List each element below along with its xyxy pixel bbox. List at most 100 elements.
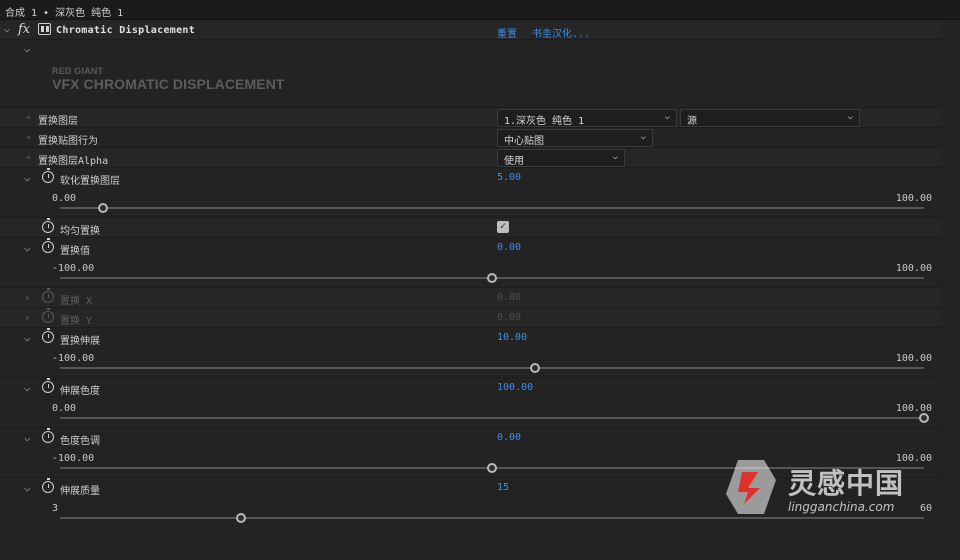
param-alpha: 置换图层Alpha 使用 ⌵ <box>0 147 942 167</box>
stopwatch-icon[interactable] <box>42 238 54 253</box>
slider-track[interactable] <box>60 273 924 283</box>
chevron-down-icon[interactable]: ⌵ <box>24 431 31 444</box>
param-value: 0.00 <box>497 292 522 303</box>
param-spread-chroma: ⌵ 伸展色度 100.00 0.00 100.00 <box>0 377 942 427</box>
slider-max-label: 100.00 <box>895 353 932 364</box>
chevron-right-icon[interactable]: › <box>24 311 31 324</box>
chevron-down-icon[interactable]: ⌵ <box>24 44 30 55</box>
slider-max-label: 100.00 <box>895 263 932 274</box>
slider-max-label: 100.00 <box>895 193 932 204</box>
slider-track[interactable] <box>60 413 929 423</box>
slider-min-label: 0.00 <box>52 403 77 414</box>
param-spread: ⌵ 置换伸展 10.00 -100.00 100.00 <box>0 327 942 377</box>
param-label: 置换 X <box>60 296 93 307</box>
about-link[interactable]: 书圭汉化... <box>532 25 590 40</box>
chevron-down-icon[interactable]: ⌵ <box>4 24 10 35</box>
slider-max-label: 100.00 <box>895 403 932 414</box>
chevron-down-icon[interactable]: ⌵ <box>24 481 31 494</box>
param-displace-x: › 置换 X 0.00 <box>0 287 942 307</box>
chevron-down-icon: ⌵ <box>640 132 646 142</box>
param-label: 伸展质量 <box>60 486 100 497</box>
slider-knob[interactable] <box>919 413 929 423</box>
slider-min-label: -100.00 <box>52 353 95 364</box>
chevron-right-icon[interactable]: › <box>24 291 31 304</box>
layer-dropdown[interactable]: 1.深灰色 纯色 1 ⌵ <box>497 109 677 127</box>
param-label: 置换值 <box>60 246 90 257</box>
fx-icon[interactable]: fx <box>18 22 30 37</box>
slider-min-label: -100.00 <box>52 263 95 274</box>
param-soften: ⌵ 软化置换图层 5.00 0.00 100.00 <box>0 167 942 217</box>
param-amount: ⌵ 置换值 0.00 -100.00 100.00 <box>0 237 942 287</box>
slider-knob[interactable] <box>487 463 497 473</box>
param-chroma-hue: ⌵ 色度色调 0.00 -100.00 100.00 <box>0 427 942 477</box>
stopwatch-icon[interactable] <box>42 328 54 343</box>
slider-min-label: 3 <box>52 503 59 514</box>
param-map-behavior: 置换贴图行为 中心贴图 ⌵ <box>0 127 942 147</box>
chevron-down-icon[interactable]: ⌵ <box>24 171 31 184</box>
composition-title: 合成 1 • 深灰色 纯色 1 <box>5 8 124 19</box>
param-label: 置换伸展 <box>60 336 100 347</box>
param-value: 0.00 <box>497 312 522 323</box>
bullet-icon <box>27 116 30 119</box>
param-displacement-layer: 置换图层 1.深灰色 纯色 1 ⌵ 源 ⌵ <box>0 107 942 127</box>
stopwatch-icon[interactable] <box>42 378 54 393</box>
uniform-checkbox[interactable]: ✓ <box>497 221 509 233</box>
bullet-icon <box>27 156 30 159</box>
plugin-logo-area: ⌵ RED GIANT VFX CHROMATIC DISPLACEMENT <box>0 40 942 107</box>
stopwatch-icon[interactable] <box>42 218 54 233</box>
slider-knob[interactable] <box>487 273 497 283</box>
stopwatch-icon <box>42 288 54 303</box>
chevron-down-icon[interactable]: ⌵ <box>24 331 31 344</box>
stopwatch-icon <box>42 308 54 323</box>
slider-min-label: 0.00 <box>52 193 77 204</box>
stopwatch-icon[interactable] <box>42 478 54 493</box>
chevron-down-icon[interactable]: ⌵ <box>24 381 31 394</box>
slider-max-label: 60 <box>919 503 932 514</box>
slider-track[interactable] <box>60 363 924 373</box>
param-value[interactable]: 15 <box>497 482 509 493</box>
reset-link[interactable]: 重置 <box>497 25 517 40</box>
param-label: 软化置换图层 <box>60 176 120 187</box>
param-label: 置换 Y <box>60 316 93 327</box>
stopwatch-icon[interactable] <box>42 168 54 183</box>
param-label: 置换贴图行为 <box>38 136 98 147</box>
logo-title: VFX CHROMATIC DISPLACEMENT <box>52 76 285 92</box>
param-label: 置换图层 <box>38 116 78 127</box>
param-spread-quality: ⌵ 伸展质量 15 3 60 <box>0 477 942 527</box>
param-value[interactable]: 100.00 <box>497 382 533 393</box>
chevron-down-icon: ⌵ <box>847 112 853 122</box>
param-label: 置换图层Alpha <box>38 156 109 167</box>
effect-header[interactable]: ⌵ fx Chromatic Displacement 重置 书圭汉化... <box>0 20 942 40</box>
chevron-down-icon: ⌵ <box>664 112 670 122</box>
bullet-icon <box>27 136 30 139</box>
slider-track[interactable] <box>60 513 924 523</box>
slider-track[interactable] <box>60 463 924 473</box>
param-value[interactable]: 10.00 <box>497 332 527 343</box>
slider-knob[interactable] <box>530 363 541 373</box>
dropdown-value: 1.深灰色 纯色 1 <box>504 116 585 127</box>
logo-brand: RED GIANT <box>52 66 104 76</box>
dropdown-value: 中心贴图 <box>504 136 544 147</box>
param-label: 色度色调 <box>60 436 100 447</box>
stopwatch-icon[interactable] <box>42 428 54 443</box>
param-value[interactable]: 0.00 <box>497 432 521 443</box>
chevron-down-icon: ⌵ <box>612 152 618 162</box>
slider-max-label: 100.00 <box>895 453 932 464</box>
slider-knob[interactable] <box>236 513 247 523</box>
param-label: 伸展色度 <box>60 386 100 397</box>
dropdown-value: 源 <box>687 116 697 127</box>
slider-track[interactable] <box>60 203 924 213</box>
param-value[interactable]: 5.00 <box>497 172 521 183</box>
source-dropdown[interactable]: 源 ⌵ <box>680 109 860 127</box>
slider-knob[interactable] <box>98 203 109 213</box>
dropdown-value: 使用 <box>504 156 524 167</box>
slider-min-label: -100.00 <box>52 453 95 464</box>
param-value[interactable]: 0.00 <box>497 242 521 253</box>
alpha-dropdown[interactable]: 使用 ⌵ <box>497 149 625 167</box>
param-label: 均匀置换 <box>60 226 100 237</box>
param-uniform: 均匀置换 ✓ <box>0 217 942 237</box>
chevron-down-icon[interactable]: ⌵ <box>24 241 31 254</box>
plugin-icon <box>38 23 51 35</box>
map-behavior-dropdown[interactable]: 中心贴图 ⌵ <box>497 129 653 147</box>
param-displace-y: › 置换 Y 0.00 <box>0 307 942 327</box>
